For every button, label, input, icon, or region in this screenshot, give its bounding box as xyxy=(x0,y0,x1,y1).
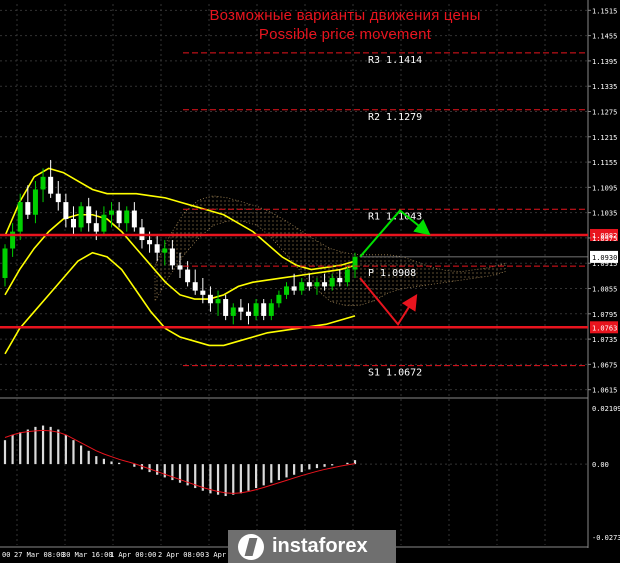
level-label-p: P 1.0908 xyxy=(368,268,416,279)
candle-body xyxy=(86,206,92,224)
candle-body xyxy=(25,202,31,215)
candle-body xyxy=(131,210,137,228)
candle-body xyxy=(32,189,38,215)
candle-body xyxy=(245,311,251,316)
price-tick-label: 1.0855 xyxy=(592,286,617,294)
time-tick-label: 1 Apr 00:00 xyxy=(110,551,156,559)
candle-body xyxy=(306,282,312,287)
price-tick-label: 1.1515 xyxy=(592,7,617,15)
candle-body xyxy=(147,240,153,245)
time-tick-label: 27 Mar 08:00 xyxy=(14,551,65,559)
candle-body xyxy=(230,307,236,316)
candle-body xyxy=(329,277,335,287)
level-label-s1: S1 1.0672 xyxy=(368,368,422,379)
price-tick-label: 1.0795 xyxy=(592,311,617,319)
candle-body xyxy=(284,286,290,295)
candle-body xyxy=(268,303,274,316)
level-label-r2: R2 1.1279 xyxy=(368,112,422,123)
candle-body xyxy=(352,256,358,270)
candle-body xyxy=(261,303,267,316)
price-chart[interactable]: R3 1.1414R2 1.1279R1 1.1043P 1.0908S1 1.… xyxy=(0,0,620,563)
candle-body xyxy=(223,299,229,316)
candle-body xyxy=(17,202,23,232)
candle-body xyxy=(192,282,198,291)
candle-body xyxy=(162,248,168,253)
price-axis: 1.1515 1.1455 1.1395 1.1335 1.1275 1.1215 1.11… xyxy=(588,7,617,395)
candle-body xyxy=(299,282,305,291)
candle-body xyxy=(215,299,221,304)
candle-body xyxy=(154,244,160,253)
time-tick-label: 00 xyxy=(2,551,10,559)
watermark-text: instaforex xyxy=(272,535,368,557)
candle-body xyxy=(70,218,76,228)
candle-body xyxy=(124,210,130,224)
macd-tick-label: 0.00 xyxy=(592,461,609,469)
candle-body xyxy=(314,282,320,287)
candle-body xyxy=(344,269,350,283)
key-line-label: 1.0763 xyxy=(592,324,617,332)
candle-body xyxy=(109,210,115,215)
price-tick-label: 1.1095 xyxy=(592,184,617,192)
price-tick-label: 1.0675 xyxy=(592,361,617,369)
candle-body xyxy=(169,248,175,266)
price-tick-label: 1.0735 xyxy=(592,336,617,344)
chart-title-english: Possible price movement xyxy=(258,26,432,43)
candle-body xyxy=(48,176,54,194)
candle-body xyxy=(200,290,206,295)
price-tick-label: 1.1155 xyxy=(592,159,617,167)
time-tick-label: 30 Mar 16:00 xyxy=(62,551,113,559)
candle-body xyxy=(101,214,107,232)
time-axis: 00 27 Mar 08:0030 Mar 16:001 Apr 00:00 2 A… xyxy=(2,551,226,559)
candle-body xyxy=(2,248,8,278)
candle-body xyxy=(322,282,328,287)
candle-body xyxy=(185,269,191,283)
candle-body xyxy=(78,206,84,228)
price-tick-label: 1.1335 xyxy=(592,83,617,91)
candle-body xyxy=(63,202,69,219)
candle-body xyxy=(40,176,46,190)
candle-body xyxy=(177,265,183,270)
price-tick-label: 1.0615 xyxy=(592,387,617,395)
candle-body xyxy=(291,286,297,291)
candle-body xyxy=(55,193,61,203)
level-label-r3: R3 1.1414 xyxy=(368,55,422,66)
watermark-logo: instaforex xyxy=(228,530,396,563)
price-tick-label: 1.1035 xyxy=(592,210,617,218)
time-tick-label: 3 Apr xyxy=(205,551,226,559)
macd-tick-label: -0.02739 xyxy=(592,534,620,542)
candle-body xyxy=(253,303,259,316)
candle-body xyxy=(207,294,213,304)
time-tick-label: 2 Apr 08:00 xyxy=(158,551,204,559)
candle-body xyxy=(238,307,244,312)
price-tick-label: 1.1455 xyxy=(592,33,617,41)
chart-title-russian: Возможные варианты движения цены xyxy=(209,7,481,24)
price-tick-label: 1.0915 xyxy=(592,260,617,268)
candle-body xyxy=(93,223,99,232)
candle-body xyxy=(116,210,122,224)
candle-body xyxy=(139,227,145,241)
price-tick-label: 1.1395 xyxy=(592,58,617,66)
instaforex-logo-icon xyxy=(238,533,264,560)
candle-body xyxy=(337,277,343,283)
price-tick-label: 1.1215 xyxy=(592,134,617,142)
price-tick-label: 1.0975 xyxy=(592,235,617,243)
macd-panel: 0.02109 0.00 -0.02739 xyxy=(3,405,620,542)
price-tick-label: 1.1275 xyxy=(592,108,617,116)
macd-tick-label: 0.02109 xyxy=(592,405,620,413)
candle-body xyxy=(276,294,282,304)
